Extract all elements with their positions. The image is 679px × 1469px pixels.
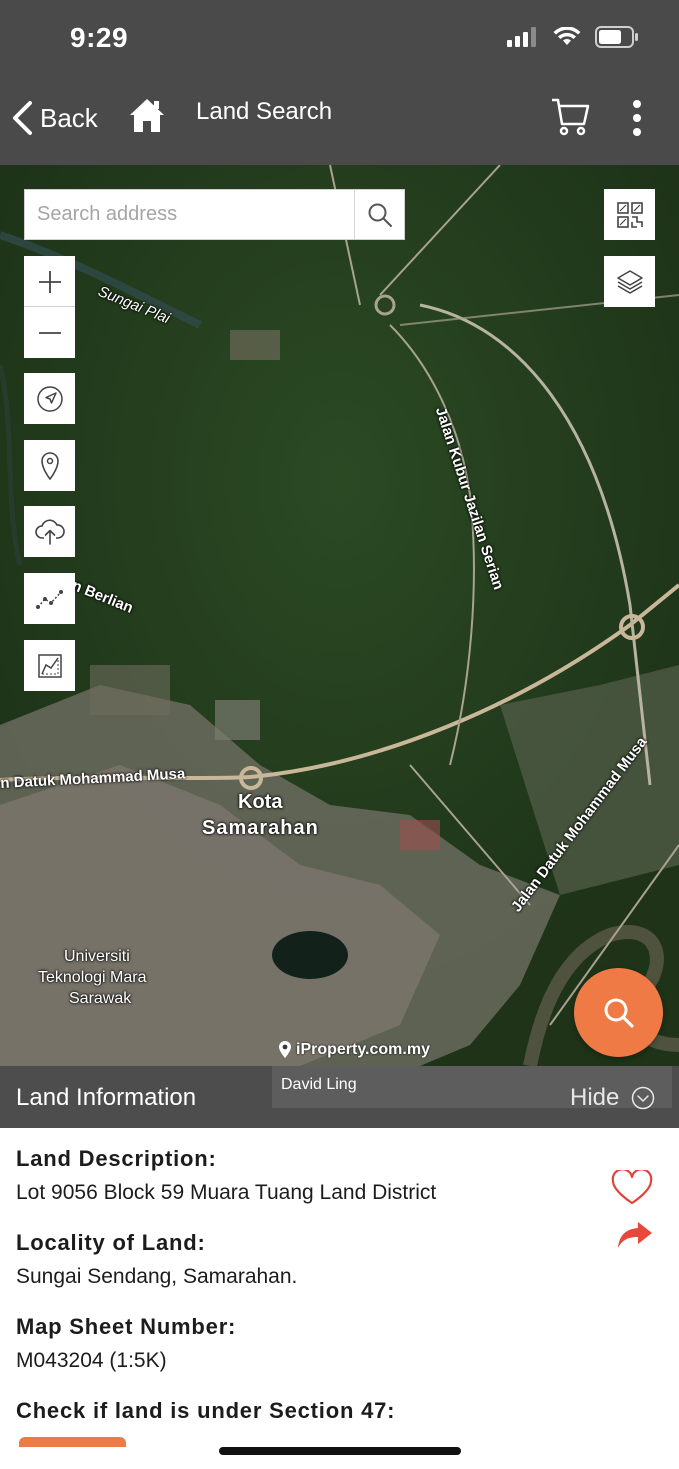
search-icon [368,203,392,227]
owner-name: David Ling [281,1076,357,1093]
qr-code-button[interactable] [604,189,655,240]
favorite-button[interactable] [610,1168,654,1211]
iproperty-logo-icon [279,1041,291,1058]
map-label-uni-line3: Sarawak [69,990,132,1007]
watermark-text: iProperty.com.my [296,1041,430,1058]
land-info-bar: Land Information David Ling Hide [0,1066,679,1128]
area-polygon-icon [37,653,62,678]
map-pin-icon [40,451,59,480]
drop-pin-button[interactable] [24,440,75,491]
status-icons [507,26,639,48]
plus-icon [38,270,61,293]
share-arrow-icon [618,1222,652,1248]
layers-icon [616,269,643,294]
upload-button[interactable] [24,506,75,557]
home-indicator [219,1447,461,1455]
my-location-button[interactable] [24,373,75,424]
map-label-town-line2: Samarahan [202,817,319,839]
app-screen: 9:29 Back Land Search Sungai Plai Jalan … [0,0,679,1469]
back-button[interactable]: Back [10,96,98,140]
signal-icon [507,27,536,47]
measure-distance-button[interactable] [24,573,75,624]
map-watermark: iProperty.com.my [278,1041,430,1059]
section47-label: Check if land is under Section 47: [16,1398,396,1423]
status-bar: 9:29 [0,0,679,78]
share-button[interactable] [616,1220,654,1255]
chevron-down-circle-icon [632,1086,655,1110]
page-title: Land Search [196,98,333,125]
locality-value: Sungai Sendang, Samarahan. [16,1265,298,1288]
zoom-out-button[interactable] [24,307,75,358]
land-description-value: Lot 9056 Block 59 Muara Tuang Land Distr… [16,1181,437,1204]
hide-panel-button[interactable]: Hide [570,1084,655,1112]
wifi-icon [553,27,581,45]
map-label-uni-line2: Teknologi Mara [38,969,147,986]
address-search-input[interactable] [25,190,354,239]
home-button[interactable] [128,96,166,139]
section47-check-button[interactable] [19,1437,126,1447]
back-label: Back [40,102,98,133]
cart-button[interactable] [550,96,590,143]
map-layers-button[interactable] [604,256,655,307]
cart-icon [552,98,590,136]
heart-icon [611,1168,653,1205]
home-icon [130,99,164,132]
hide-label: Hide [570,1084,620,1111]
nav-bar: Back Land Search [0,78,679,165]
land-details-panel: Land Description: Lot 9056 Block 59 Muar… [0,1128,679,1469]
more-options-button[interactable] [625,98,649,143]
search-button[interactable] [354,190,404,239]
map-view[interactable]: Sungai Plai Jalan Kubur Jazilan Serian n… [0,165,679,1066]
land-search-fab[interactable] [574,968,663,1057]
search-icon [604,998,634,1028]
chevron-left-icon [13,101,32,135]
land-description-label: Land Description: [16,1146,217,1171]
map-sheet-value: M043204 (1:5K) [16,1349,167,1372]
map-label-uni-line1: Universiti [64,948,130,965]
status-time: 9:29 [70,22,129,53]
land-info-title: Land Information [16,1084,197,1111]
locality-label: Locality of Land: [16,1230,206,1255]
zoom-in-button[interactable] [24,256,75,307]
navigation-arrow-icon [36,385,63,412]
battery-icon [595,26,638,48]
cloud-upload-icon [34,518,65,545]
map-label-town-line1: Kota [238,791,283,813]
measure-area-button[interactable] [24,640,75,691]
map-sheet-label: Map Sheet Number: [16,1314,237,1339]
address-search-box [24,189,405,240]
polyline-measure-icon [35,589,63,609]
qr-code-icon [616,201,643,228]
minus-icon [38,331,61,334]
more-vertical-icon [633,100,641,136]
